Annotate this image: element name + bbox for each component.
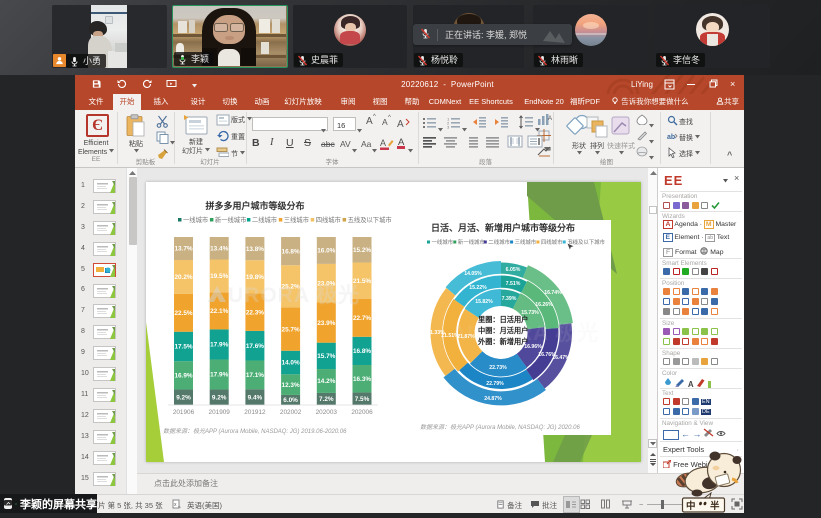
svg-text:日活、月活、新增用户城市等级分布: 日活、月活、新增用户城市等级分布 (431, 222, 575, 233)
svg-text:16.8%: 16.8% (282, 248, 300, 255)
svg-text:一线城市: 一线城市 (432, 238, 454, 246)
svg-text:新一线城市: 新一线城市 (215, 215, 246, 224)
svg-text:201912: 201912 (244, 409, 266, 416)
svg-text:16.3%: 16.3% (353, 376, 371, 383)
svg-text:A: A (380, 138, 386, 148)
svg-text:21.33%: 21.33% (427, 330, 445, 336)
svg-text:9.4%: 9.4% (248, 394, 263, 401)
svg-text:17.9%: 17.9% (210, 342, 228, 349)
svg-text:16.47%: 16.47% (552, 355, 570, 361)
svg-text:7.39%: 7.39% (502, 296, 517, 302)
svg-text:一线城市: 一线城市 (183, 215, 208, 224)
svg-text:7.5%: 7.5% (355, 396, 370, 403)
svg-text:17.5%: 17.5% (174, 344, 192, 351)
svg-text:数据来源：极光APP (Aurora Mobile, NAS: 数据来源：极光APP (Aurora Mobile, NASDAQ: JG) 2… (420, 423, 580, 431)
svg-text:6.05%: 6.05% (506, 267, 521, 273)
svg-text:9.2%: 9.2% (212, 395, 227, 402)
svg-text:17.1%: 17.1% (246, 372, 264, 379)
svg-text:15.7%: 15.7% (317, 353, 335, 360)
svg-text:17.9%: 17.9% (210, 372, 228, 379)
svg-text:3: 3 (447, 125, 450, 130)
svg-text:20.2%: 20.2% (174, 274, 192, 281)
svg-text:6.0%: 6.0% (283, 397, 298, 404)
svg-text:23.9%: 23.9% (317, 320, 335, 327)
svg-text:半: 半 (710, 500, 720, 512)
svg-text:三线城市: 三线城市 (515, 238, 537, 246)
svg-text:14.0%: 14.0% (282, 360, 300, 367)
svg-text:16.9%: 16.9% (174, 373, 192, 380)
svg-text:202002: 202002 (280, 409, 302, 416)
svg-text:9.2%: 9.2% (176, 395, 191, 402)
svg-text:15.2%: 15.2% (353, 247, 371, 254)
svg-text:22.1%: 22.1% (210, 308, 228, 315)
svg-text:7.2%: 7.2% (319, 396, 334, 403)
svg-text:四线城市: 四线城市 (316, 215, 341, 224)
svg-text:22.3%: 22.3% (246, 309, 264, 316)
svg-text:14.05%: 14.05% (464, 271, 482, 277)
svg-text:13.4%: 13.4% (210, 246, 228, 253)
svg-text:三线城市: 三线城市 (284, 215, 309, 224)
svg-text:ab: ab (667, 134, 675, 141)
svg-text:拼多多用户城市等级分布: 拼多多用户城市等级分布 (205, 200, 304, 211)
svg-text:13.8%: 13.8% (246, 246, 264, 253)
svg-text:12.3%: 12.3% (282, 382, 300, 389)
svg-text:四线城市: 四线城市 (541, 238, 563, 246)
svg-text:中: 中 (686, 500, 696, 512)
svg-text:13.7%: 13.7% (174, 246, 192, 253)
svg-text:数据来源：极光APP (Aurora Mobile, NAS: 数据来源：极光APP (Aurora Mobile, NASDAQ: JG) 2… (163, 427, 347, 435)
svg-text:16.26%: 16.26% (535, 302, 553, 308)
svg-text:15.82%: 15.82% (475, 299, 493, 305)
svg-text:22.7%: 22.7% (353, 315, 371, 322)
svg-text:202003: 202003 (316, 409, 338, 416)
svg-text:19.8%: 19.8% (246, 274, 264, 281)
svg-text:7.51%: 7.51% (506, 281, 521, 287)
svg-text:14.2%: 14.2% (317, 378, 335, 385)
svg-text:19.5%: 19.5% (210, 273, 228, 280)
svg-text:A: A (397, 119, 404, 129)
svg-text:25.7%: 25.7% (282, 326, 300, 333)
svg-text:24.87%: 24.87% (484, 396, 502, 402)
svg-text:202006: 202006 (351, 409, 373, 416)
svg-text:16.74%: 16.74% (544, 290, 562, 296)
svg-text:二线城市: 二线城市 (252, 215, 277, 224)
svg-text:16.0%: 16.0% (317, 248, 335, 255)
svg-text:17.6%: 17.6% (246, 343, 264, 350)
svg-text:201909: 201909 (209, 409, 231, 416)
svg-text:16.8%: 16.8% (353, 348, 371, 355)
svg-text:22.73%: 22.73% (489, 365, 507, 371)
svg-text:15.22%: 15.22% (469, 285, 487, 291)
svg-text:201906: 201906 (173, 409, 195, 416)
svg-text:URORA 极光: URORA 极光 (228, 284, 360, 307)
svg-text:五线及以下城市: 五线及以下城市 (348, 215, 392, 224)
svg-text:新一线城市: 新一线城市 (458, 238, 486, 246)
svg-text:22.79%: 22.79% (486, 381, 504, 387)
svg-text:二线城市: 二线城市 (488, 238, 510, 246)
svg-text:A: A (548, 116, 552, 122)
svg-text:AURORA 极光: AURORA 极光 (451, 322, 599, 345)
svg-text:22.5%: 22.5% (174, 310, 192, 317)
